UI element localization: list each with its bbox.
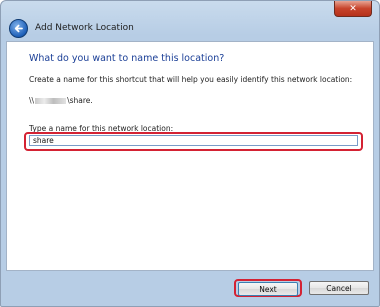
next-button-highlight: Next bbox=[234, 279, 302, 297]
back-arrow-icon bbox=[14, 24, 23, 32]
content-panel: What do you want to name this location? … bbox=[6, 41, 374, 271]
path-prefix: \\ bbox=[29, 96, 35, 105]
network-path: \\ \share. bbox=[29, 96, 93, 105]
window-title: Add Network Location bbox=[35, 23, 134, 33]
dialog-header: Add Network Location bbox=[2, 15, 378, 41]
page-heading: What do you want to name this location? bbox=[29, 53, 225, 64]
dialog-footer: Next Cancel bbox=[2, 271, 378, 305]
back-button[interactable] bbox=[9, 18, 28, 38]
instruction-text: Create a name for this shortcut that wil… bbox=[29, 75, 353, 84]
close-icon: ✕ bbox=[349, 3, 357, 14]
redacted-server-name bbox=[35, 97, 67, 104]
cancel-button[interactable]: Cancel bbox=[309, 281, 369, 295]
location-name-input[interactable] bbox=[29, 135, 358, 146]
name-field-highlight bbox=[24, 132, 363, 151]
next-button[interactable]: Next bbox=[238, 282, 298, 296]
add-network-location-dialog: ✕ Add Network Location What do you want … bbox=[0, 0, 380, 307]
path-suffix: \share. bbox=[67, 96, 93, 105]
